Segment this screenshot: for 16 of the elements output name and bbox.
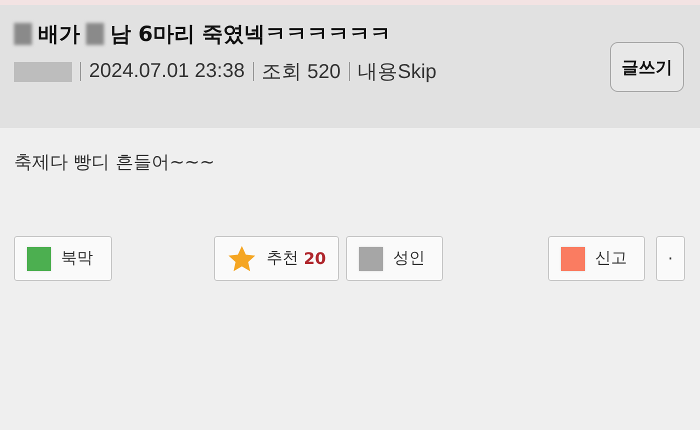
post-meta: 조회 520 [262, 60, 341, 85]
action-button[interactable]: 성인 [346, 236, 443, 281]
post-body: 축제다 빵디 흔들어~~~ [13, 151, 216, 175]
action-button[interactable]: 북막 [14, 236, 112, 281]
censored-author [14, 62, 72, 82]
censored-mark [86, 23, 104, 45]
write-button[interactable]: 글쓰기 [610, 42, 684, 92]
action-button[interactable]: 신고 [548, 236, 645, 281]
star-icon [227, 244, 257, 274]
post-title: 남 6마리 죽였넥ㅋㅋㅋㅋㅋㅋ [110, 21, 392, 48]
censored-mark [14, 23, 32, 45]
post-meta: 내용Skip [358, 60, 437, 85]
post-meta: 2024.07.01 23:38 [89, 60, 245, 83]
action-button[interactable]: · [656, 236, 685, 281]
post-title: 배가 [38, 21, 80, 48]
action-button[interactable]: 추천 20 [214, 236, 339, 281]
